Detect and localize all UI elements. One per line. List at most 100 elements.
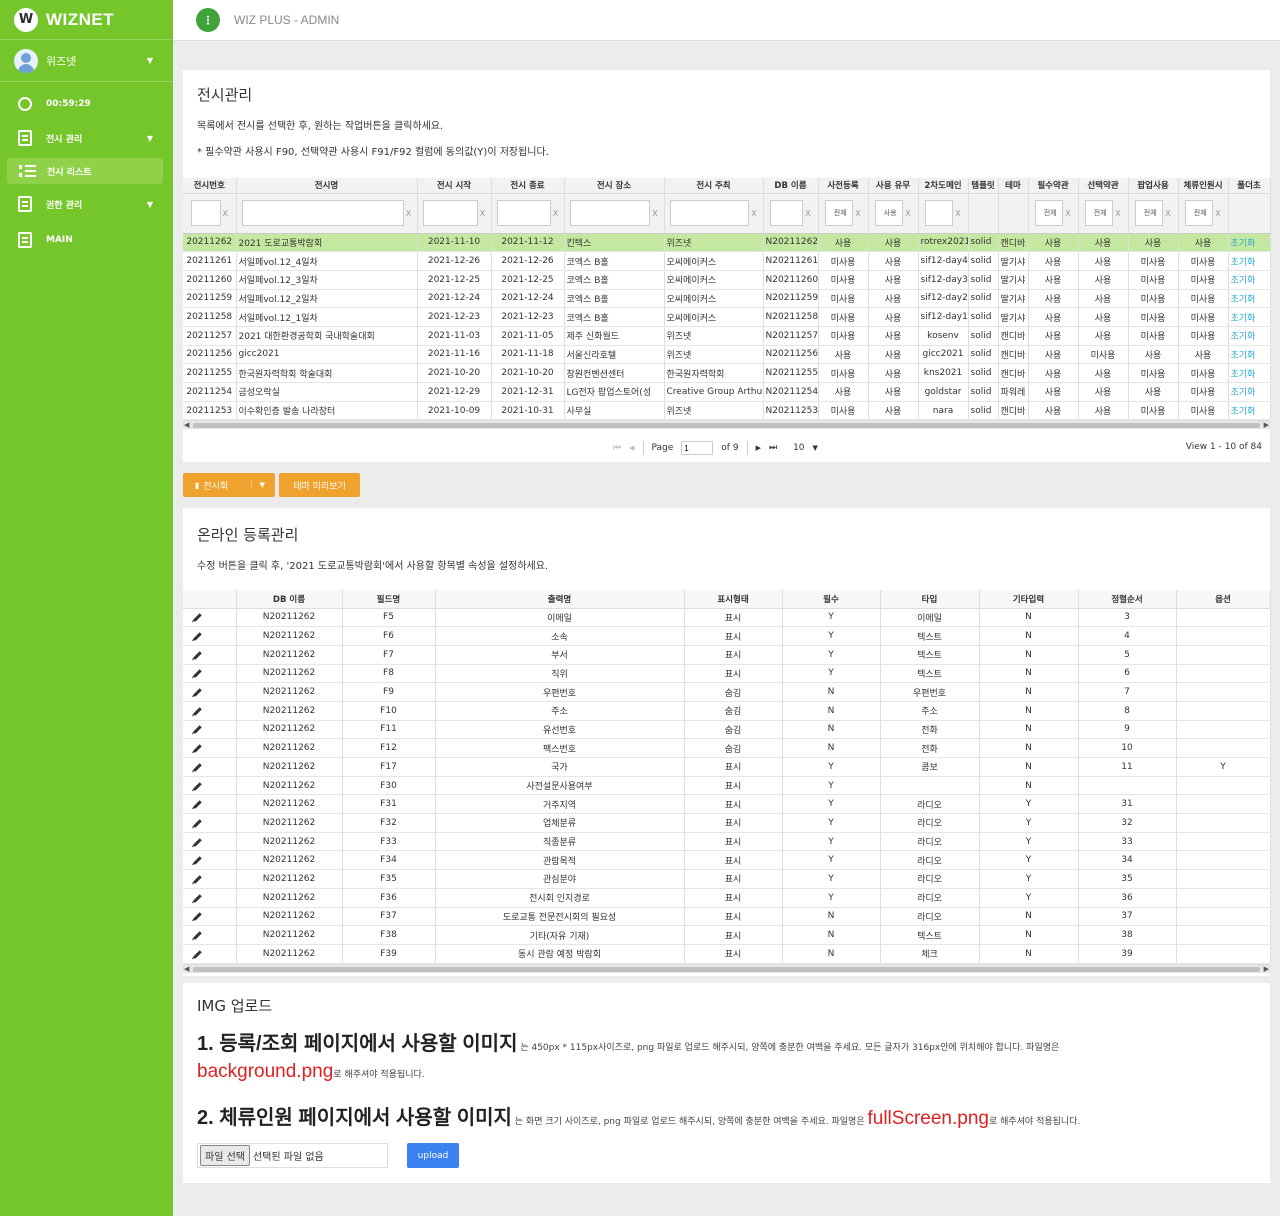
pencil-icon[interactable] <box>193 931 202 940</box>
pencil-icon[interactable] <box>193 837 202 847</box>
scroll-left-icon[interactable]: ◀ <box>184 965 189 973</box>
brand-logo[interactable]: W WIZNET <box>0 0 173 40</box>
next-page-icon[interactable]: ▶ <box>756 444 761 452</box>
column-header[interactable]: 사전등록 <box>818 178 869 194</box>
column-header[interactable]: 정렬순서 <box>1078 590 1177 609</box>
pencil-icon[interactable] <box>193 650 202 660</box>
table-row[interactable]: N20211262 F11 유선번호 숨김 N 전화 N 9 <box>183 720 1271 740</box>
sidebar-subitem-exhibition-list[interactable]: 전시 리스트 <box>7 158 163 184</box>
table-row[interactable]: N20211262 F38 기타(자유 기재) 표시 N 텍스트 N 38 <box>183 925 1271 945</box>
choose-file-button[interactable]: 파일 선택 <box>200 1145 250 1166</box>
table-row[interactable]: 20211261 서일페vol.12_4일차 2021-12-26 2021-12-2… <box>183 251 1271 271</box>
column-header[interactable]: 전시 장소 <box>564 178 665 194</box>
column-header[interactable]: 전시 종료 <box>491 178 565 194</box>
clear-filter-icon[interactable]: X <box>652 209 657 218</box>
pencil-icon[interactable] <box>193 613 202 623</box>
edit-cell[interactable] <box>183 645 237 665</box>
table-row[interactable]: N20211262 F31 거주지역 표시 Y 라디오 Y 31 <box>183 794 1271 815</box>
page-size-select[interactable]: 10 <box>793 443 804 453</box>
pencil-icon[interactable] <box>193 688 202 697</box>
table-row[interactable]: N20211262 F10 주소 숨김 N 주소 N 8 <box>183 701 1271 721</box>
filter-select[interactable]: 전체 <box>825 200 854 226</box>
filter-select[interactable]: 사용 <box>875 200 904 226</box>
table-row[interactable]: 20211255 한국원자력학회 학술대회 2021-10-20 2021-10-20… <box>183 363 1271 383</box>
clear-filter-icon[interactable]: X <box>1215 209 1220 218</box>
table-row[interactable]: N20211262 F8 직위 표시 Y 텍스트 N 6 <box>183 664 1271 684</box>
reset-link[interactable]: 초기화 <box>1228 307 1271 327</box>
column-header[interactable]: 테마 <box>998 178 1029 194</box>
column-header[interactable]: 필드명 <box>342 590 436 609</box>
clear-filter-icon[interactable]: X <box>1165 209 1170 218</box>
filter-input[interactable] <box>496 200 551 226</box>
column-header[interactable]: 전시 주최 <box>664 178 764 194</box>
column-header[interactable]: 체류인원시 <box>1178 178 1229 194</box>
pencil-icon[interactable] <box>193 912 202 922</box>
table-row[interactable]: N20211262 F9 우편번호 숨김 N 우편번호 N 7 <box>183 682 1271 702</box>
clear-filter-icon[interactable]: X <box>1115 209 1120 218</box>
column-header[interactable]: 사용 유무 <box>868 178 919 194</box>
edit-cell[interactable] <box>183 608 237 628</box>
scroll-right-icon[interactable]: ▶ <box>1264 421 1269 429</box>
scroll-right-icon[interactable]: ▶ <box>1264 965 1269 973</box>
edit-cell[interactable] <box>183 869 237 889</box>
pencil-icon[interactable] <box>193 707 202 716</box>
table-row[interactable]: 20211258 서일페vol.12_1일차 2021-12-23 2021-12-2… <box>183 307 1271 327</box>
sidebar-item-exhibition[interactable]: 전시 관리 ▼ <box>0 122 173 154</box>
scroll-thumb[interactable] <box>193 966 1260 972</box>
chevron-down-icon[interactable]: ▼ <box>813 444 818 452</box>
edit-cell[interactable] <box>183 944 237 964</box>
pencil-icon[interactable] <box>193 725 202 735</box>
edit-cell[interactable] <box>183 701 237 721</box>
user-menu[interactable]: 위즈넷 ▼ <box>0 40 173 82</box>
column-header[interactable]: 필수 <box>782 590 881 609</box>
clear-filter-icon[interactable]: X <box>480 209 485 218</box>
edit-cell[interactable] <box>183 626 237 646</box>
filter-input[interactable] <box>241 200 404 226</box>
caret-down-icon[interactable]: ▼ <box>250 481 265 489</box>
pencil-icon[interactable] <box>193 744 202 753</box>
edit-cell[interactable] <box>183 738 237 758</box>
edit-cell[interactable] <box>183 794 237 815</box>
clear-filter-icon[interactable]: X <box>553 209 558 218</box>
edit-cell[interactable] <box>183 850 237 871</box>
filter-input[interactable] <box>190 200 221 226</box>
edit-cell[interactable] <box>183 925 237 945</box>
reset-link[interactable]: 초기화 <box>1228 345 1271 365</box>
edit-cell[interactable] <box>183 907 237 927</box>
first-page-icon[interactable]: ⏮ <box>613 443 621 453</box>
clear-filter-icon[interactable]: X <box>223 209 228 218</box>
upload-button[interactable]: upload <box>407 1143 459 1168</box>
column-header[interactable]: 출력명 <box>435 590 685 609</box>
pencil-icon[interactable] <box>193 819 202 828</box>
table-row[interactable]: N20211262 F5 이메일 표시 Y 이메일 N 3 <box>183 608 1271 628</box>
table-row[interactable]: N20211262 F32 업체분류 표시 Y 라디오 Y 32 <box>183 813 1271 833</box>
column-header[interactable]: 기타입력 <box>979 590 1079 609</box>
sidebar-item-permissions[interactable]: 권한 관리 ▼ <box>0 188 173 220</box>
filter-select[interactable]: 전체 <box>1035 200 1064 226</box>
scroll-left-icon[interactable]: ◀ <box>184 421 189 429</box>
table-row[interactable]: N20211262 F12 팩스번호 숨김 N 전화 N 10 <box>183 738 1271 758</box>
table-row[interactable]: N20211262 F30 사전설문사용여부 표시 Y N <box>183 776 1271 796</box>
table-row[interactable]: N20211262 F17 국가 표시 Y 콤보 N 11 Y <box>183 757 1271 777</box>
filter-select[interactable]: 전체 <box>1185 200 1214 226</box>
clear-filter-icon[interactable]: X <box>905 209 910 218</box>
prev-page-icon[interactable]: ◀ <box>629 444 634 452</box>
edit-cell[interactable] <box>183 813 237 833</box>
edit-cell[interactable] <box>183 776 237 796</box>
column-header[interactable]: 표시형태 <box>684 590 783 609</box>
column-header[interactable]: 팝업사용 <box>1128 178 1179 194</box>
table-row[interactable]: 20211253 이수확인증 발송 나라장터 2021-10-09 2021-10-3… <box>183 401 1271 421</box>
column-header[interactable]: 필수약관 <box>1028 178 1079 194</box>
page-input[interactable] <box>681 441 714 455</box>
reset-link[interactable]: 초기화 <box>1228 251 1271 271</box>
edit-cell[interactable] <box>183 682 237 702</box>
edit-cell[interactable] <box>183 888 237 908</box>
table-row[interactable]: 20211260 서일페vol.12_3일차 2021-12-25 2021-12-2… <box>183 270 1271 290</box>
theme-preview-button[interactable]: 테마 미리보기 <box>279 473 360 497</box>
pencil-icon[interactable] <box>193 763 202 772</box>
column-header[interactable]: 옵션 <box>1176 590 1271 609</box>
table-row[interactable]: N20211262 F37 도로교통 전문전시회의 필요성 표시 N 라디오 N 37 <box>183 907 1271 927</box>
edit-cell[interactable] <box>183 720 237 740</box>
reset-link[interactable]: 초기화 <box>1228 401 1271 421</box>
file-input[interactable]: 파일 선택 선택된 파일 없음 <box>197 1143 388 1168</box>
